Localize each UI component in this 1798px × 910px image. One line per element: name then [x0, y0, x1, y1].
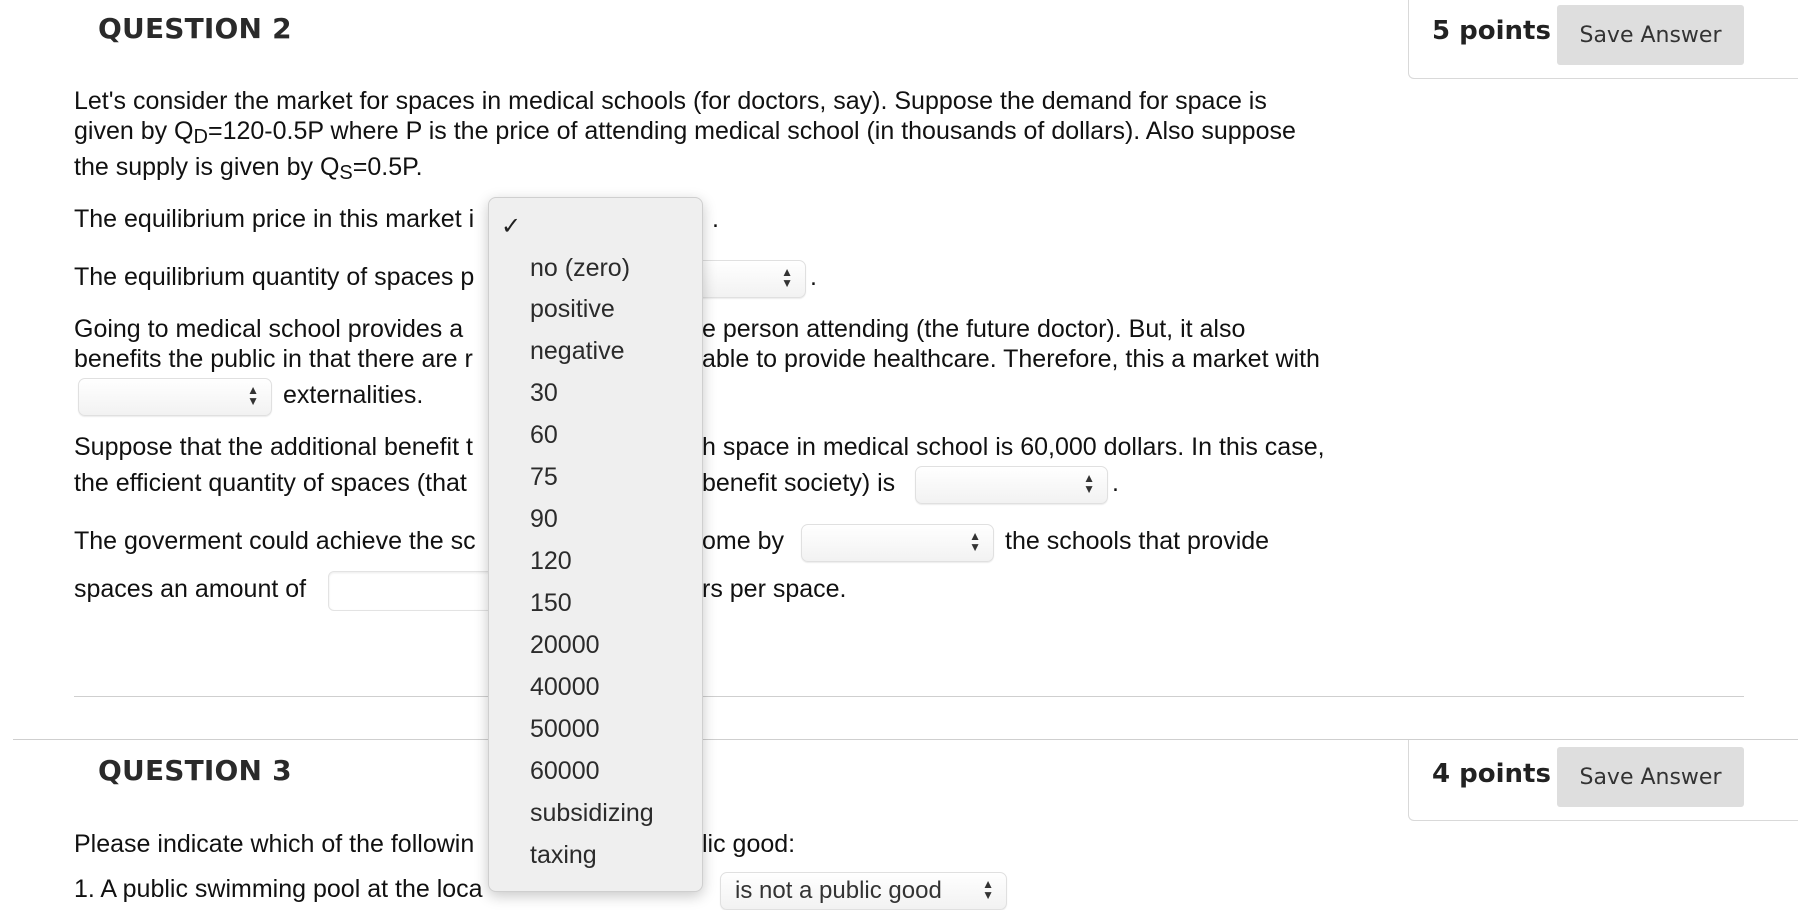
select-arrows-icon: ▲ ▼ — [247, 383, 259, 408]
dropdown-option-negative[interactable]: negative — [530, 337, 625, 366]
q2-paragraph-line: Suppose that the additional benefit t — [74, 433, 473, 461]
efficient-quantity-period: . — [1112, 469, 1119, 497]
dropdown-option-30[interactable]: 30 — [530, 379, 558, 408]
dropdown-option-75[interactable]: 75 — [530, 463, 558, 492]
q2-subscript: S — [339, 162, 353, 184]
question-2-title: QUESTION 2 — [98, 12, 292, 45]
question-3-prompt: lic good: — [702, 830, 796, 858]
dropdown-option-no-zero[interactable]: no (zero) — [530, 254, 630, 283]
equilibrium-price-period: . — [712, 205, 719, 233]
dropdown-option-50000[interactable]: 50000 — [530, 715, 600, 744]
dropdown-option-60[interactable]: 60 — [530, 421, 558, 450]
q2-paragraph-line: Let's consider the market for spaces in … — [74, 87, 1267, 115]
select-arrows-icon: ▲ ▼ — [969, 529, 981, 554]
question-3-title: QUESTION 3 — [98, 754, 292, 787]
dropdown-option-positive[interactable]: positive — [530, 295, 615, 324]
q2-paragraph-line: given by QD=120-0.5P where P is the pric… — [74, 116, 1296, 147]
check-icon: ✓ — [501, 213, 522, 240]
dropdown-option-150[interactable]: 150 — [530, 589, 572, 618]
q2-paragraph-line: h space in medical school is 60,000 doll… — [702, 433, 1325, 461]
q2-paragraph-line: rs per space. — [702, 575, 847, 603]
q2-paragraph-line: e person attending (the future doctor). … — [702, 315, 1246, 343]
dropdown-option-40000[interactable]: 40000 — [530, 673, 600, 702]
question-3-prompt: Please indicate which of the followin — [74, 830, 475, 858]
question-2-save-answer-button[interactable]: Save Answer — [1557, 5, 1744, 65]
q2-paragraph-line: Going to medical school provides a — [74, 315, 464, 343]
efficient-quantity-select[interactable]: ▲ ▼ — [915, 466, 1108, 504]
q2-paragraph-line: the efficient quantity of spaces (that — [74, 469, 467, 497]
q2-text: the supply is given by Q — [74, 153, 340, 181]
answer-dropdown-menu[interactable]: ✓ no (zero) positive negative 30 60 75 9… — [488, 197, 703, 892]
dropdown-option-taxing[interactable]: taxing — [530, 841, 597, 870]
equilibrium-price-label: The equilibrium price in this market i — [74, 205, 475, 233]
q2-paragraph-line: the supply is given by QS=0.5P. — [74, 152, 423, 183]
question-3-item-1-select[interactable]: is not a public good ▲ ▼ — [720, 872, 1007, 910]
q2-paragraph-line: benefit society) is — [702, 469, 896, 497]
select-value: is not a public good — [735, 877, 942, 904]
externalities-label: externalities. — [283, 381, 424, 409]
q2-paragraph-line: ome by — [702, 527, 784, 555]
dropdown-option-20000[interactable]: 20000 — [530, 631, 600, 660]
equilibrium-quantity-period: . — [810, 263, 817, 291]
question-3-save-answer-button[interactable]: Save Answer — [1557, 747, 1744, 807]
dropdown-option-120[interactable]: 120 — [530, 547, 572, 576]
q2-paragraph-line: The goverment could achieve the sc — [74, 527, 476, 555]
externalities-select[interactable]: ▲ ▼ — [78, 378, 272, 416]
select-arrows-icon: ▲ ▼ — [982, 877, 994, 902]
equilibrium-quantity-label: The equilibrium quantity of spaces p — [74, 263, 475, 291]
q2-text: given by Q — [74, 117, 194, 145]
question-divider — [74, 696, 1744, 697]
q2-paragraph-line: able to provide healthcare. Therefore, t… — [702, 345, 1320, 373]
select-arrows-icon: ▲ ▼ — [1083, 471, 1095, 496]
q2-subscript: D — [193, 126, 208, 148]
q2-paragraph-line: spaces an amount of — [74, 575, 307, 603]
q2-text: =120-0.5P where P is the price of attend… — [207, 117, 1296, 145]
dropdown-option-60000[interactable]: 60000 — [530, 757, 600, 786]
question-3-points: 4 points — [1432, 759, 1551, 789]
q2-paragraph-line: benefits the public in that there are r — [74, 345, 473, 373]
dropdown-option-90[interactable]: 90 — [530, 505, 558, 534]
q2-text: =0.5P. — [352, 153, 423, 181]
select-arrows-icon: ▲ ▼ — [781, 265, 793, 290]
q2-paragraph-line: the schools that provide — [1005, 527, 1270, 555]
dropdown-option-subsidizing[interactable]: subsidizing — [530, 799, 654, 828]
question-2-points: 5 points — [1432, 16, 1551, 46]
government-action-select[interactable]: ▲ ▼ — [801, 524, 994, 562]
